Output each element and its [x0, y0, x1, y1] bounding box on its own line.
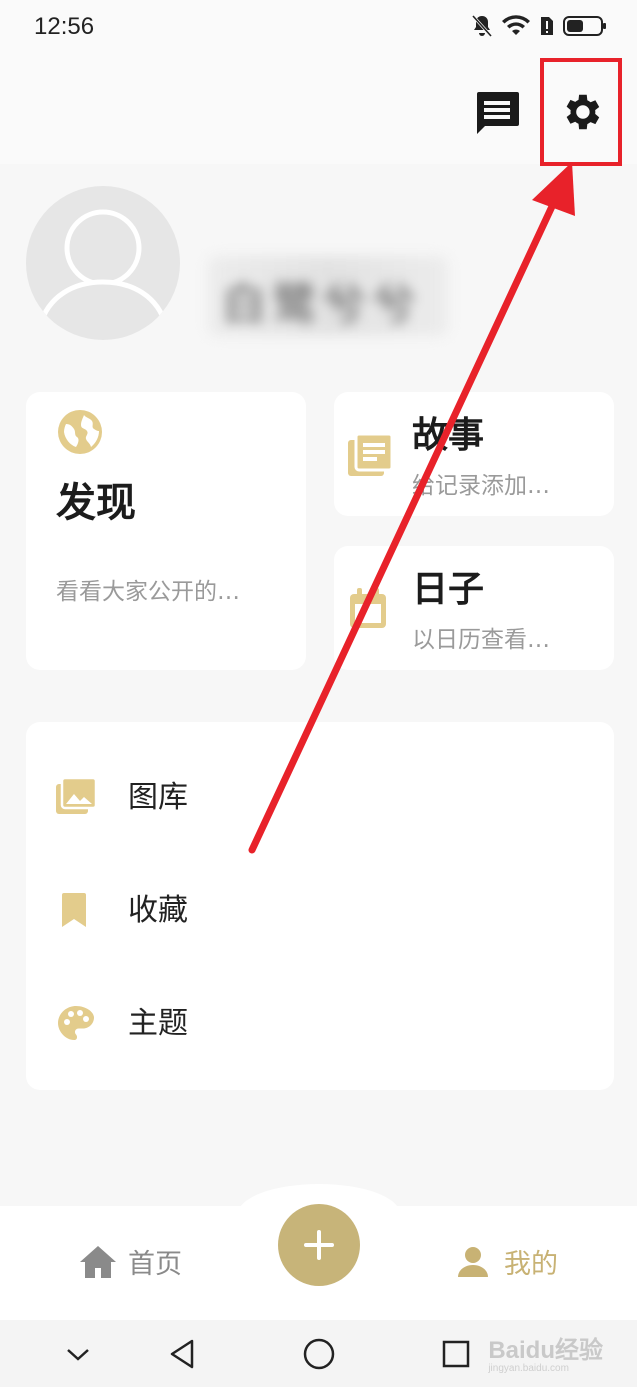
- watermark-sub: jingyan.baidu.com: [488, 1363, 569, 1374]
- story-desc: 给记录添加…: [412, 473, 550, 499]
- nav-mine[interactable]: 我的: [456, 1242, 558, 1281]
- person-icon: [458, 1246, 488, 1277]
- discover-card[interactable]: 发现 看看大家公开的…: [26, 392, 306, 670]
- nav-home-label: 首页: [128, 1249, 182, 1280]
- days-desc: 以日历查看…: [412, 627, 550, 653]
- back-button[interactable]: [164, 1336, 200, 1372]
- user-name-text: 白鹭兮兮: [222, 279, 422, 330]
- nav-home[interactable]: 首页: [78, 1242, 182, 1281]
- status-time: 12:56: [34, 13, 95, 40]
- days-title: 日子: [412, 569, 485, 610]
- top-bar: [0, 58, 637, 166]
- story-card[interactable]: 故事 给记录添加…: [334, 392, 614, 516]
- discover-desc: 看看大家公开的…: [56, 579, 240, 605]
- menu-card: 图库 收藏 主题: [26, 722, 614, 1090]
- menu-label-favorites: 收藏: [128, 893, 188, 928]
- circle-icon: [303, 1338, 335, 1370]
- messages-button[interactable]: [470, 88, 524, 138]
- menu-label-theme: 主题: [128, 1006, 188, 1041]
- menu-label-gallery: 图库: [128, 780, 188, 815]
- gallery-icon: [56, 776, 98, 818]
- baidu-watermark: Baidu经验 jingyan.baidu.com: [488, 1330, 603, 1374]
- wifi-icon: [502, 15, 530, 35]
- watermark-text: Baidu经验: [488, 1337, 603, 1364]
- avatar[interactable]: [26, 186, 180, 340]
- sim-alert-icon: [541, 17, 553, 35]
- menu-item-theme[interactable]: 主题: [26, 968, 614, 1080]
- status-bar: 12:56: [0, 0, 637, 58]
- status-icons: [471, 14, 607, 38]
- collapse-button[interactable]: [60, 1336, 96, 1372]
- square-icon: [442, 1340, 470, 1368]
- home-icon: [80, 1245, 116, 1278]
- story-icon: [346, 432, 394, 482]
- chat-icon: [477, 92, 519, 134]
- user-avatar-icon: [37, 209, 169, 327]
- plus-icon: [304, 1230, 334, 1260]
- calendar-icon: [346, 586, 390, 634]
- home-system-button[interactable]: [301, 1336, 337, 1372]
- menu-item-favorites[interactable]: 收藏: [26, 855, 614, 967]
- recents-button[interactable]: [438, 1336, 474, 1372]
- globe-icon: [56, 408, 104, 460]
- battery-icon: [563, 16, 606, 36]
- discover-title: 发现: [56, 480, 136, 526]
- palette-icon: [56, 1004, 96, 1046]
- nav-mine-label: 我的: [504, 1249, 558, 1280]
- gear-icon: [566, 94, 600, 130]
- bell-muted-icon: [471, 14, 493, 38]
- chevron-down-icon: [67, 1349, 89, 1361]
- settings-button[interactable]: [540, 58, 622, 166]
- menu-item-gallery[interactable]: 图库: [26, 742, 614, 854]
- bookmark-icon: [56, 891, 92, 933]
- back-triangle-icon: [170, 1339, 194, 1369]
- add-button[interactable]: [278, 1204, 360, 1286]
- days-card[interactable]: 日子 以日历查看…: [334, 546, 614, 670]
- user-name[interactable]: 白鹭兮兮: [208, 256, 448, 336]
- story-title: 故事: [412, 415, 485, 456]
